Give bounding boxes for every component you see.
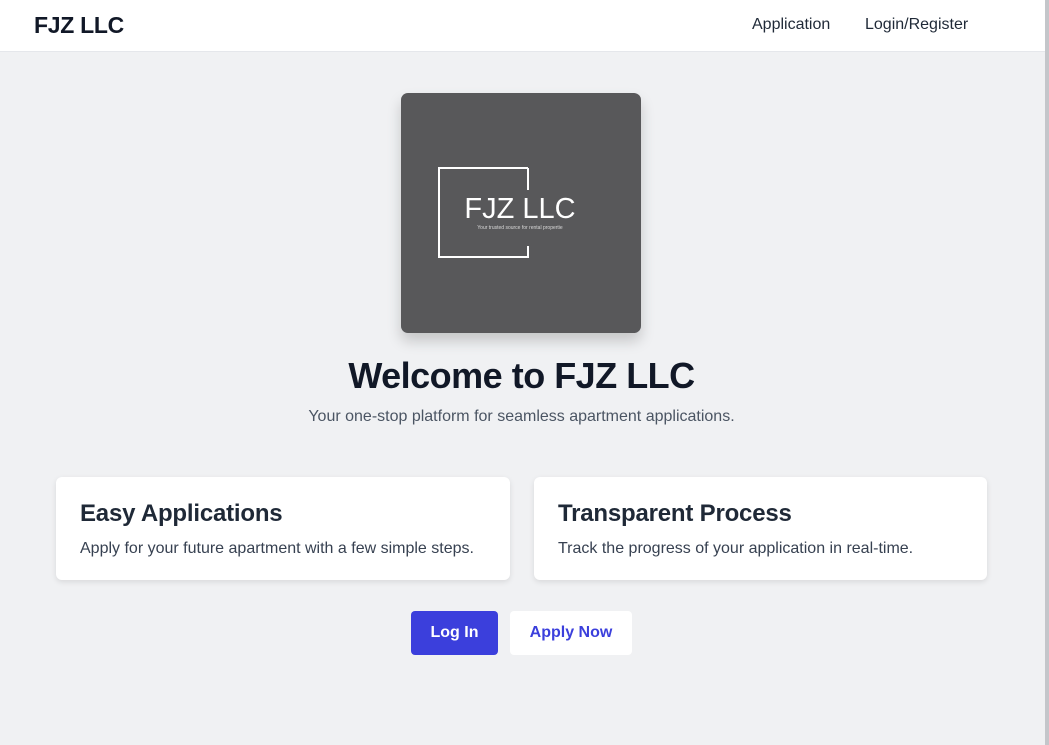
page: FJZ LLC Application Login/Register FJZ L… [0,0,1045,745]
feature-card-text: Apply for your future apartment with a f… [80,540,474,557]
scrollbar[interactable] [1045,0,1049,745]
feature-card-title: Transparent Process [558,500,792,527]
nav-link-application[interactable]: Application [752,16,830,34]
nav-link-login-register[interactable]: Login/Register [865,16,968,34]
logo-name: FJZ LLC [464,193,575,225]
logo-graphic: FJZ LLC Your trusted source for rental p… [438,167,576,258]
login-button[interactable]: Log In [411,611,498,655]
company-logo: FJZ LLC Your trusted source for rental p… [401,93,641,333]
hero-title: Welcome to FJZ LLC [348,355,695,396]
top-navbar: FJZ LLC Application Login/Register [0,0,1045,52]
feature-card-transparent-process: Transparent Process Track the progress o… [534,477,987,580]
feature-card-easy-applications: Easy Applications Apply for your future … [56,477,510,580]
logo-tagline: Your trusted source for rental propertie [477,225,563,231]
brand-logo-text[interactable]: FJZ LLC [34,12,124,39]
hero-subtitle: Your one-stop platform for seamless apar… [308,408,735,425]
apply-now-button[interactable]: Apply Now [510,611,632,655]
feature-card-text: Track the progress of your application i… [558,540,914,557]
feature-card-title: Easy Applications [80,500,283,527]
